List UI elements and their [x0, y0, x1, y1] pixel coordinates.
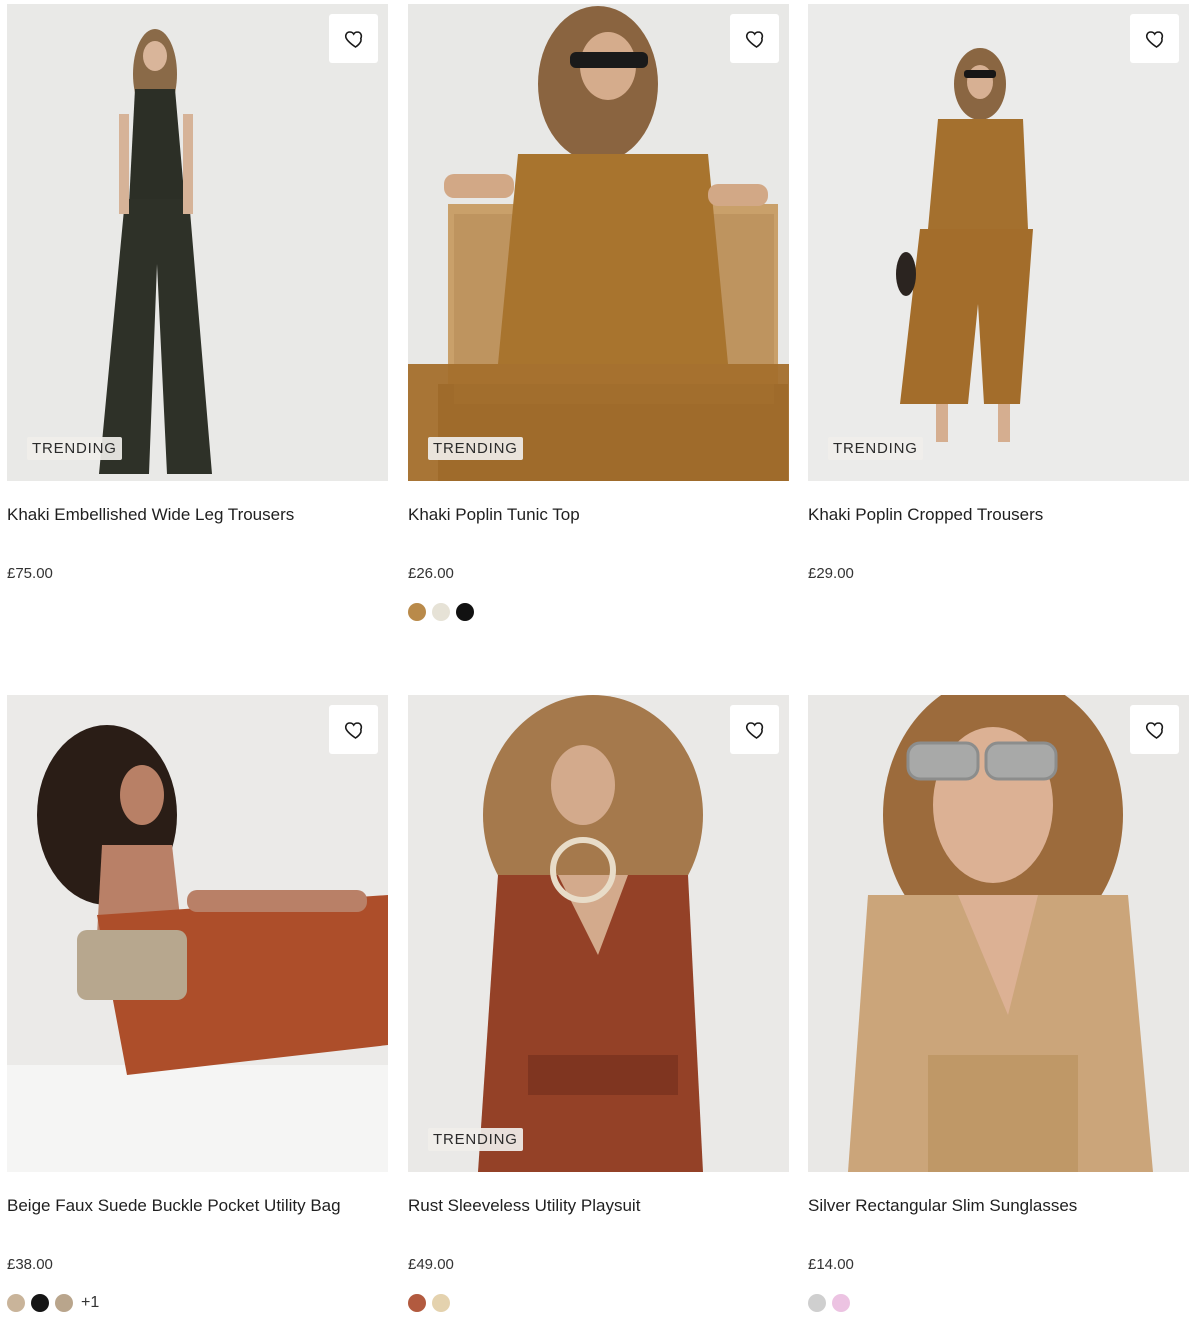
product-card[interactable]: TRENDING Khaki Embellished Wide Leg Trou…: [7, 4, 388, 622]
color-swatches: [808, 602, 1189, 622]
color-swatches: [7, 602, 388, 622]
color-swatch[interactable]: [55, 1294, 73, 1312]
product-price: £26.00: [408, 565, 454, 582]
heart-outline-icon: [1145, 721, 1163, 739]
product-price: £29.00: [808, 565, 854, 582]
color-swatches: +1: [7, 1293, 388, 1313]
product-price: £14.00: [808, 1256, 854, 1273]
product-title[interactable]: Khaki Poplin Tunic Top: [408, 503, 789, 527]
heart-outline-icon: [344, 30, 362, 48]
product-price: £75.00: [7, 565, 53, 582]
wishlist-button[interactable]: [329, 14, 378, 63]
wishlist-button[interactable]: [730, 14, 779, 63]
product-grid: TRENDING Khaki Embellished Wide Leg Trou…: [0, 0, 1200, 1320]
product-title[interactable]: Beige Faux Suede Buckle Pocket Utility B…: [7, 1194, 388, 1218]
product-price: £38.00: [7, 1256, 53, 1273]
product-card[interactable]: Silver Rectangular Slim Sunglasses £14.0…: [808, 695, 1189, 1313]
color-swatch[interactable]: [408, 603, 426, 621]
product-title[interactable]: Silver Rectangular Slim Sunglasses: [808, 1194, 1189, 1218]
wishlist-button[interactable]: [1130, 14, 1179, 63]
color-swatches: [808, 1293, 1189, 1313]
product-card[interactable]: TRENDING Khaki Poplin Cropped Trousers £…: [808, 4, 1189, 622]
product-image[interactable]: [808, 695, 1189, 1172]
product-title[interactable]: Khaki Embellished Wide Leg Trousers: [7, 503, 388, 527]
wishlist-button[interactable]: [1130, 705, 1179, 754]
color-swatches: [408, 602, 789, 622]
product-title[interactable]: Rust Sleeveless Utility Playsuit: [408, 1194, 789, 1218]
heart-outline-icon: [745, 721, 763, 739]
color-swatch[interactable]: [31, 1294, 49, 1312]
product-title[interactable]: Khaki Poplin Cropped Trousers: [808, 503, 1189, 527]
color-swatch[interactable]: [408, 1294, 426, 1312]
more-colors-count[interactable]: +1: [81, 1294, 99, 1312]
product-image[interactable]: TRENDING: [408, 695, 789, 1172]
color-swatch[interactable]: [832, 1294, 850, 1312]
heart-outline-icon: [344, 721, 362, 739]
color-swatch[interactable]: [432, 1294, 450, 1312]
product-image[interactable]: TRENDING: [808, 4, 1189, 481]
product-card[interactable]: TRENDING Rust Sleeveless Utility Playsui…: [408, 695, 789, 1313]
wishlist-button[interactable]: [730, 705, 779, 754]
color-swatches: [408, 1293, 789, 1313]
heart-outline-icon: [745, 30, 763, 48]
product-card[interactable]: TRENDING Khaki Poplin Tunic Top £26.00: [408, 4, 789, 622]
trending-badge: TRENDING: [428, 437, 523, 460]
color-swatch[interactable]: [432, 603, 450, 621]
product-image[interactable]: [7, 695, 388, 1172]
product-card[interactable]: Beige Faux Suede Buckle Pocket Utility B…: [7, 695, 388, 1313]
trending-badge: TRENDING: [828, 437, 923, 460]
product-image[interactable]: TRENDING: [7, 4, 388, 481]
product-image[interactable]: TRENDING: [408, 4, 789, 481]
color-swatch[interactable]: [808, 1294, 826, 1312]
color-swatch[interactable]: [456, 603, 474, 621]
color-swatch[interactable]: [7, 1294, 25, 1312]
product-price: £49.00: [408, 1256, 454, 1273]
trending-badge: TRENDING: [27, 437, 122, 460]
wishlist-button[interactable]: [329, 705, 378, 754]
heart-outline-icon: [1145, 30, 1163, 48]
trending-badge: TRENDING: [428, 1128, 523, 1151]
